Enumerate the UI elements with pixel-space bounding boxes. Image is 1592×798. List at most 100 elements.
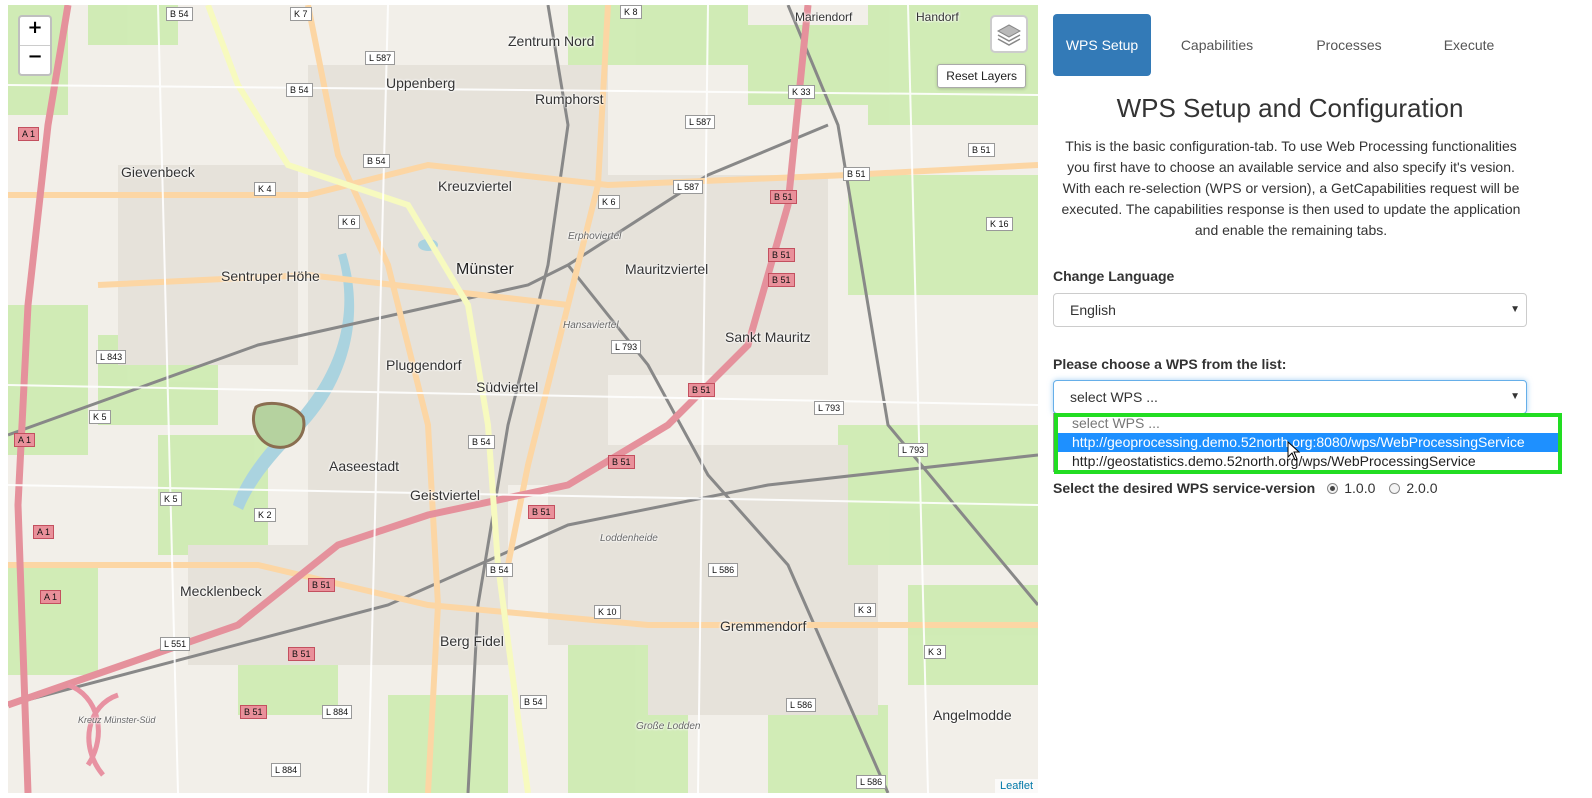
label-angelmodde: Angelmodde [933, 707, 1012, 723]
tab-execute[interactable]: Execute [1415, 14, 1523, 76]
road-shield: B 51 [240, 705, 267, 719]
mouse-cursor-icon [1287, 441, 1301, 461]
label-handorf: Handorf [916, 10, 959, 24]
road-shield: K 4 [254, 182, 276, 196]
setup-description: This is the basic configuration-tab. To … [1061, 138, 1521, 238]
page-title: WPS Setup and Configuration [1116, 93, 1464, 123]
road-shield: L 587 [685, 115, 716, 129]
road-shield: L 793 [814, 401, 845, 415]
road-shield: L 586 [856, 775, 887, 789]
label-erphoviertel: Erphoviertel [568, 231, 622, 242]
caret-down-icon: ▼ [1510, 304, 1520, 315]
road-shield: L 587 [365, 51, 396, 65]
language-select[interactable]: English ▼ [1053, 293, 1527, 327]
leaflet-attribution-link[interactable]: Leaflet [994, 779, 1038, 793]
label-aaseestadt: Aaseestadt [329, 458, 400, 474]
version-option-label: 1.0.0 [1344, 480, 1376, 496]
road-shield: B 54 [468, 435, 495, 449]
road-shield: K 3 [924, 645, 946, 659]
road-shield: B 51 [528, 505, 555, 519]
map-tiles [8, 5, 1038, 793]
road-shield: K 8 [620, 5, 642, 19]
road-shield: B 51 [770, 190, 797, 204]
road-shield: L 884 [322, 705, 353, 719]
language-select-value: English [1070, 302, 1116, 318]
tab-capabilities[interactable]: Capabilities [1151, 14, 1283, 76]
zoom-in-button[interactable]: + [20, 17, 50, 45]
road-shield: A 1 [33, 525, 55, 539]
road-shield: L 586 [708, 563, 739, 577]
label-berg-fidel: Berg Fidel [440, 633, 504, 649]
label-muenster: Münster [456, 261, 514, 278]
road-shield: L 551 [160, 637, 191, 651]
road-shield: B 51 [308, 578, 335, 592]
label-loddenheide: Loddenheide [600, 533, 658, 544]
road-shield: A 1 [40, 590, 62, 604]
road-shield: L 884 [271, 763, 302, 777]
road-shield: L 586 [786, 698, 817, 712]
road-shield: L 587 [673, 180, 704, 194]
label-gievenbeck: Gievenbeck [121, 164, 195, 180]
label-mecklenbeck: Mecklenbeck [180, 583, 262, 599]
road-shield: K 5 [160, 492, 182, 506]
reset-layers-button[interactable]: Reset Layers [937, 64, 1026, 88]
road-shield: K 16 [986, 217, 1013, 231]
version-radio-2-0-0[interactable] [1389, 482, 1401, 494]
road-shield: B 54 [166, 7, 193, 21]
label-rumphorst: Rumphorst [535, 91, 604, 107]
layers-icon [996, 24, 1022, 46]
version-row: Select the desired WPS service-version 1… [1053, 480, 1438, 496]
label-pluggendorf: Pluggendorf [386, 357, 462, 373]
road-shield: B 51 [608, 455, 635, 469]
road-shield: B 54 [520, 695, 547, 709]
road-shield: K 33 [788, 85, 815, 99]
road-shield: L 793 [611, 340, 642, 354]
road-shield: B 51 [843, 167, 870, 181]
label-mariendorf: Mariendorf [795, 10, 853, 24]
road-shield: L 843 [96, 350, 127, 364]
label-hansaviertel: Hansaviertel [563, 320, 619, 331]
highlight-box [1054, 413, 1562, 474]
road-shield: B 51 [768, 273, 795, 287]
version-radio-1-0-0[interactable] [1327, 482, 1339, 494]
label-kreuz-muenster-sued: Kreuz Münster-Süd [78, 715, 156, 725]
zoom-control: + − [18, 15, 52, 76]
layers-button[interactable] [990, 15, 1028, 53]
tab-bar: WPS Setup Capabilities Processes Execute [1053, 14, 1523, 76]
road-shield: K 7 [290, 7, 312, 21]
road-shield: K 2 [254, 508, 276, 522]
label-gremmendorf: Gremmendorf [720, 618, 807, 634]
road-shield: K 6 [598, 195, 620, 209]
version-option-label: 2.0.0 [1406, 480, 1438, 496]
road-shield: B 51 [688, 383, 715, 397]
road-shield: A 1 [14, 433, 36, 447]
version-label: Select the desired WPS service-version [1053, 480, 1316, 496]
zoom-out-button[interactable]: − [20, 45, 50, 74]
road-shield: L 793 [898, 443, 929, 457]
label-kreuzviertel: Kreuzviertel [438, 178, 512, 194]
label-suedviertel: Südviertel [476, 379, 539, 395]
label-zentrum-nord: Zentrum Nord [508, 33, 595, 49]
wps-select-value: select WPS ... [1070, 389, 1158, 405]
road-shield: K 6 [338, 215, 360, 229]
road-shield: B 54 [363, 154, 390, 168]
label-grosse-lodden: Große Lodden [636, 721, 701, 732]
tab-wps-setup[interactable]: WPS Setup [1053, 14, 1151, 76]
road-shield: B 51 [288, 647, 315, 661]
label-sentruper-hoehe: Sentruper Höhe [221, 268, 320, 284]
wps-select[interactable]: select WPS ... ▼ [1053, 380, 1527, 414]
label-geistviertel: Geistviertel [410, 487, 481, 503]
road-shield: K 10 [594, 605, 621, 619]
label-uppenberg: Uppenberg [386, 75, 456, 91]
label-sankt-mauritz: Sankt Mauritz [725, 329, 811, 345]
road-shield: B 51 [968, 143, 995, 157]
map[interactable]: Münster Uppenberg Zentrum Nord Rumphorst… [8, 5, 1038, 793]
wps-panel: WPS Setup Capabilities Processes Execute… [1040, 0, 1592, 798]
road-shield: B 51 [768, 248, 795, 262]
road-shield: B 54 [486, 563, 513, 577]
road-shield: A 1 [18, 127, 40, 141]
wps-label: Please choose a WPS from the list: [1053, 356, 1287, 372]
tab-processes[interactable]: Processes [1283, 14, 1415, 76]
road-shield: K 3 [854, 603, 876, 617]
road-shield: K 5 [89, 410, 111, 424]
